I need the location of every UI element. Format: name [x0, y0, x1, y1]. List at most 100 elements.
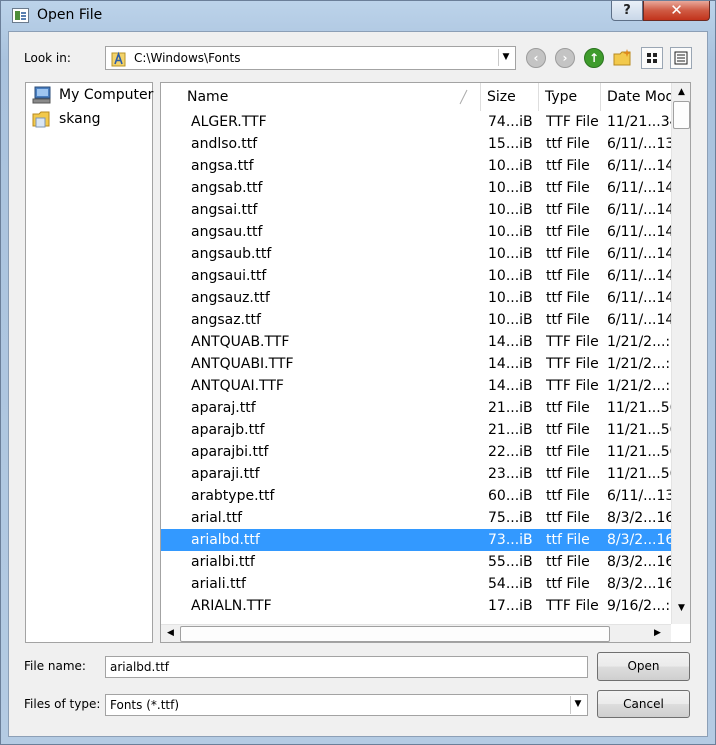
file-size-cell: 10...iB: [488, 268, 533, 284]
file-name-cell: angsab.ttf: [191, 180, 263, 196]
file-type-cell: ttf File: [546, 444, 590, 460]
file-size-cell: 75...iB: [488, 510, 533, 526]
table-row[interactable]: aparajbi.ttf 22...iB ttf File 11/21...56: [161, 441, 671, 463]
scroll-thumb[interactable]: [673, 101, 690, 129]
fonts-folder-icon: [111, 51, 126, 67]
column-type[interactable]: Type: [539, 83, 601, 111]
file-date-cell: 11/21...34: [607, 114, 671, 130]
file-type-cell: TTF File: [546, 378, 599, 394]
file-type-cell: TTF File: [546, 334, 599, 350]
file-date-cell: 1/21/2...:0: [607, 378, 671, 394]
file-date-cell: 6/11/...14: [607, 268, 671, 284]
help-button[interactable]: ?: [611, 1, 643, 21]
scroll-left-icon[interactable]: ◀: [162, 625, 179, 642]
open-button[interactable]: Open: [597, 652, 690, 681]
file-name-cell: angsau.ttf: [191, 224, 263, 240]
file-date-cell: 6/11/...14: [607, 312, 671, 328]
file-date-cell: 11/21...56: [607, 444, 671, 460]
file-name-cell: andlso.ttf: [191, 136, 258, 152]
table-row[interactable]: aparaj.ttf 21...iB ttf File 11/21...56: [161, 397, 671, 419]
file-type-combo[interactable]: Fonts (*.ttf) ▼: [105, 694, 588, 716]
sidebar-item-label: skang: [59, 111, 101, 127]
table-row[interactable]: aparajb.ttf 21...iB ttf File 11/21...56: [161, 419, 671, 441]
look-in-path: C:\Windows\Fonts: [134, 51, 241, 65]
file-type-cell: ttf File: [546, 180, 590, 196]
table-row[interactable]: ANTQUAI.TTF 14...iB TTF File 1/21/2...:0: [161, 375, 671, 397]
places-sidebar: My Computer skang: [25, 82, 153, 643]
file-size-cell: 60...iB: [488, 488, 533, 504]
file-size-cell: 17...iB: [488, 598, 533, 614]
file-type-value: Fonts (*.ttf): [110, 698, 180, 712]
new-folder-icon[interactable]: [612, 48, 634, 68]
file-type-cell: ttf File: [546, 246, 590, 262]
look-in-label: Look in:: [24, 51, 71, 65]
title-bar[interactable]: Open File ? ✕: [1, 1, 716, 33]
file-list[interactable]: Name Size Type Date Mod ALGER.TTF 74...iB…: [160, 82, 691, 643]
file-type-cell: ttf File: [546, 224, 590, 240]
file-type-cell: ttf File: [546, 158, 590, 174]
column-date-label: Date Mod: [607, 89, 671, 105]
look-in-combo[interactable]: C:\Windows\Fonts ▼: [105, 46, 516, 70]
table-row[interactable]: angsa.ttf 10...iB ttf File 6/11/...14: [161, 155, 671, 177]
file-date-cell: 6/11/...13: [607, 488, 671, 504]
table-row[interactable]: andlso.ttf 15...iB ttf File 6/11/...13: [161, 133, 671, 155]
file-size-cell: 10...iB: [488, 180, 533, 196]
table-row[interactable]: ALGER.TTF 74...iB TTF File 11/21...34: [161, 111, 671, 133]
file-date-cell: 6/11/...14: [607, 246, 671, 262]
file-size-cell: 73...iB: [488, 532, 533, 548]
sidebar-item-my-computer[interactable]: My Computer: [32, 84, 153, 106]
app-icon: [12, 8, 29, 23]
table-row[interactable]: aparaji.ttf 23...iB ttf File 11/21...56: [161, 463, 671, 485]
table-row[interactable]: arabtype.ttf 60...iB ttf File 6/11/...13: [161, 485, 671, 507]
file-size-cell: 23...iB: [488, 466, 533, 482]
table-row[interactable]: ariali.ttf 54...iB ttf File 8/3/2...16: [161, 573, 671, 595]
table-row[interactable]: angsauz.ttf 10...iB ttf File 6/11/...14: [161, 287, 671, 309]
table-row[interactable]: angsab.ttf 10...iB ttf File 6/11/...14: [161, 177, 671, 199]
table-row[interactable]: ANTQUABI.TTF 14...iB TTF File 1/21/2...:0: [161, 353, 671, 375]
table-row[interactable]: arialbi.ttf 55...iB ttf File 8/3/2...16: [161, 551, 671, 573]
scroll-up-icon[interactable]: ▲: [673, 84, 690, 101]
table-row[interactable]: arialbd.ttf 73...iB ttf File 8/3/2...16: [161, 529, 671, 551]
chevron-down-icon[interactable]: ▼: [498, 49, 513, 66]
detail-view-icon[interactable]: [670, 47, 692, 69]
file-rows: ALGER.TTF 74...iB TTF File 11/21...34 andlso…: [161, 111, 671, 624]
column-name-label: Name: [187, 89, 229, 105]
close-button[interactable]: ✕: [643, 1, 710, 21]
sort-indicator-icon: [459, 89, 468, 105]
column-date[interactable]: Date Mod: [601, 83, 671, 111]
file-name-cell: aparajbi.ttf: [191, 444, 269, 460]
table-row[interactable]: angsai.ttf 10...iB ttf File 6/11/...14: [161, 199, 671, 221]
file-type-cell: TTF File: [546, 598, 599, 614]
scroll-down-icon[interactable]: ▼: [673, 600, 690, 617]
file-date-cell: 6/11/...14: [607, 290, 671, 306]
list-view-icon[interactable]: [641, 47, 663, 69]
vertical-scrollbar[interactable]: ▲ ▼: [671, 83, 690, 624]
column-name[interactable]: Name: [161, 83, 481, 111]
table-row[interactable]: angsaui.ttf 10...iB ttf File 6/11/...14: [161, 265, 671, 287]
horizontal-scrollbar[interactable]: ◀ ▶: [161, 624, 671, 642]
table-row[interactable]: ANTQUAB.TTF 14...iB TTF File 1/21/2...:0: [161, 331, 671, 353]
table-row[interactable]: angsaz.ttf 10...iB ttf File 6/11/...14: [161, 309, 671, 331]
table-row[interactable]: angsau.ttf 10...iB ttf File 6/11/...14: [161, 221, 671, 243]
table-row[interactable]: angsaub.ttf 10...iB ttf File 6/11/...14: [161, 243, 671, 265]
table-row[interactable]: ARIALN.TTF 17...iB TTF File 9/16/2...:5: [161, 595, 671, 617]
scroll-right-icon[interactable]: ▶: [649, 625, 666, 642]
cancel-button[interactable]: Cancel: [597, 690, 690, 718]
scroll-thumb-horizontal[interactable]: [180, 626, 610, 642]
file-date-cell: 6/11/...14: [607, 202, 671, 218]
file-type-cell: ttf File: [546, 576, 590, 592]
chevron-down-icon[interactable]: ▼: [570, 696, 585, 714]
file-date-cell: 11/21...56: [607, 400, 671, 416]
file-date-cell: 1/21/2...:0: [607, 356, 671, 372]
forward-icon[interactable]: ›: [555, 48, 575, 68]
file-size-cell: 21...iB: [488, 422, 533, 438]
file-size-cell: 74...iB: [488, 114, 533, 130]
back-icon[interactable]: ‹: [526, 48, 546, 68]
file-name-field[interactable]: arialbd.ttf: [105, 656, 588, 678]
column-size[interactable]: Size: [481, 83, 539, 111]
table-row[interactable]: arial.ttf 75...iB ttf File 8/3/2...16: [161, 507, 671, 529]
sidebar-item-skang[interactable]: skang: [32, 108, 152, 130]
file-name-cell: angsaub.ttf: [191, 246, 272, 262]
up-icon[interactable]: ↑: [584, 48, 604, 68]
file-date-cell: 6/11/...13: [607, 136, 671, 152]
